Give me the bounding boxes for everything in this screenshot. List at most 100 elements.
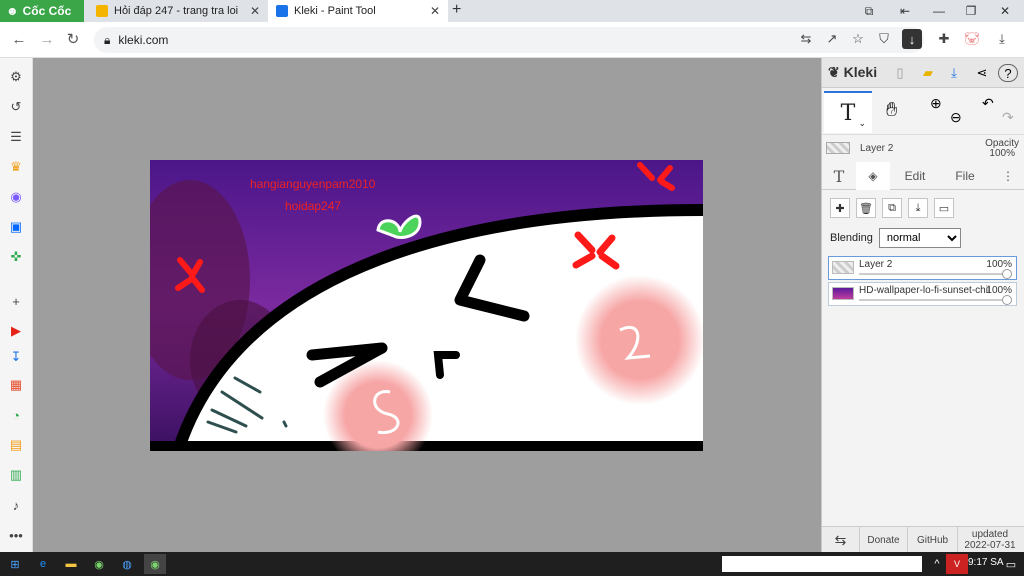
tab-edit[interactable]: Edit — [894, 162, 936, 190]
donate-link[interactable]: Donate — [860, 527, 908, 553]
rename-layer-button[interactable]: ▭ — [934, 198, 954, 218]
chevron-down-icon[interactable]: ⌄ — [858, 119, 866, 129]
coccoc-active-icon[interactable]: ◉ — [144, 554, 166, 574]
download-icon[interactable]: ↧ — [5, 346, 27, 368]
layer-opacity-slider[interactable] — [859, 299, 1006, 301]
market-icon[interactable]: ▤ — [5, 434, 27, 456]
chat-icon[interactable]: ◔ — [5, 404, 27, 426]
lock-icon: 🔒︎ — [104, 32, 111, 47]
coccoc-taskbar-icon[interactable]: ◉ — [88, 554, 110, 574]
updated-label: updated — [971, 529, 1009, 540]
watermark-line-2: hoidap247 — [285, 199, 341, 213]
delete-layer-button[interactable]: 🗑︎ — [856, 198, 876, 218]
list-icon[interactable]: ☰ — [5, 126, 27, 148]
edge-icon[interactable]: e — [32, 554, 54, 574]
coccoc-logo-icon: ☻ — [6, 4, 19, 18]
help-icon[interactable]: ? — [998, 64, 1018, 82]
text-tool-button[interactable]: T ⌄ — [824, 91, 872, 133]
share-icon[interactable]: ↗ — [822, 29, 842, 49]
bell-icon[interactable]: ♪ — [5, 494, 27, 516]
close-icon[interactable]: ✕ — [430, 4, 440, 18]
share-icon[interactable]: ⋖ — [972, 64, 992, 82]
kleki-panel: ❦ Kleki ▯ ▰ ⤓ ⋖ ? T ⌄ ✋︎ ⊕ ⊖ ↶ ↷ Layer 2 … — [821, 58, 1024, 553]
layer-item[interactable]: HD-wallpaper-lo-fi-sunset-chil 100% — [828, 282, 1017, 306]
calc-icon[interactable]: ▥ — [5, 464, 27, 486]
layer-opacity-slider[interactable] — [859, 273, 1006, 275]
folder-icon[interactable]: ▬ — [60, 554, 82, 574]
panel-footer: ⇆ Donate GitHub updated 2022-07-31 — [822, 526, 1024, 553]
shield-icon[interactable]: ⛉ — [874, 29, 894, 49]
kleki-header: ❦ Kleki ▯ ▰ ⤓ ⋖ ? — [822, 58, 1024, 88]
updated-date: 2022-07-31 — [964, 540, 1016, 551]
github-link[interactable]: GitHub — [908, 527, 958, 553]
tab-file[interactable]: File — [944, 162, 986, 190]
hoidap-favicon-icon — [96, 5, 108, 17]
shop-icon[interactable]: ▦ — [5, 374, 27, 396]
coccoc-brand[interactable]: ☻ Cốc Cốc — [0, 0, 84, 22]
hand-tool-icon[interactable]: ✋︎ — [886, 99, 897, 122]
new-tab-button[interactable]: + — [452, 1, 461, 19]
messenger-icon[interactable]: ◉ — [5, 186, 27, 208]
duplicate-layer-button[interactable]: ⧉ — [882, 198, 902, 218]
zalo-icon[interactable]: ▣ — [5, 216, 27, 238]
tab-layers[interactable]: ◈ — [856, 162, 890, 190]
taskbar-search-input[interactable] — [722, 556, 922, 572]
piggy-icon[interactable]: 🐷︎ — [962, 29, 982, 49]
close-icon[interactable]: ✕ — [250, 4, 260, 18]
tray-app-icon[interactable]: V — [946, 554, 968, 574]
blending-select[interactable]: normal — [878, 228, 961, 248]
text-tool-label: T — [840, 100, 856, 126]
plus-icon[interactable]: + — [5, 290, 27, 312]
extensions-icon[interactable]: ✚ — [934, 29, 954, 49]
gamepad-icon[interactable]: ✜ — [5, 246, 27, 268]
save-download-icon[interactable]: ⤓ — [944, 64, 964, 82]
new-file-icon[interactable]: ▯ — [890, 64, 910, 82]
tab-hoidap[interactable]: Hỏi đáp 247 - trang tra loi ✕ — [88, 0, 268, 22]
download-ext-icon[interactable]: ↓ — [902, 29, 922, 49]
layer-item[interactable]: Layer 2 100% — [828, 256, 1017, 280]
downloads-icon[interactable]: ⤓ — [992, 29, 1012, 49]
tray-chevron-icon[interactable]: ^ — [926, 554, 948, 574]
add-layer-button[interactable]: ✚ — [830, 198, 850, 218]
blending-label: Blending — [830, 232, 873, 244]
zoom-in-icon[interactable]: ⊕ — [930, 95, 942, 112]
tab-kleki[interactable]: Kleki - Paint Tool ✕ — [268, 0, 448, 22]
notification-icon[interactable]: ▭ — [1000, 554, 1022, 574]
kleki-logo[interactable]: ❦ Kleki — [828, 64, 877, 81]
windows-start-icon[interactable]: ⊞ — [4, 554, 26, 574]
youtube-icon[interactable]: ▶ — [5, 320, 27, 342]
more-icon[interactable]: ••• — [5, 524, 27, 546]
crown-icon[interactable]: ♛ — [5, 156, 27, 178]
settings-icon[interactable]: ⚙ — [5, 66, 27, 88]
forward-icon[interactable]: → — [36, 28, 58, 50]
layer-thumbnail — [826, 142, 850, 154]
slider-knob[interactable] — [1002, 295, 1012, 305]
tab-search-icon[interactable]: ⧉ — [860, 2, 878, 20]
minimize-icon[interactable]: — — [930, 2, 948, 20]
window-close-icon[interactable]: ✕ — [996, 2, 1014, 20]
undo-icon[interactable]: ↶ — [982, 95, 994, 112]
zoom-out-icon[interactable]: ⊖ — [950, 109, 962, 126]
browser-sidebar: ⚙ ↺ ☰ ♛ ◉ ▣ ✜ + ▶ ↧ ▦ ◔ ▤ ▥ ♪ ••• — [0, 58, 33, 552]
redo-icon[interactable]: ↷ — [1002, 109, 1014, 126]
swap-side-icon[interactable]: ⇆ — [822, 527, 860, 553]
zalo-taskbar-icon[interactable]: ◍ — [116, 554, 138, 574]
layers-icon: ◈ — [868, 169, 878, 183]
kleki-logo-text: Kleki — [843, 64, 878, 80]
kleki-logo-icon: ❦ — [828, 64, 840, 80]
merge-layer-button[interactable]: ⤓ — [908, 198, 928, 218]
back-in-time-icon[interactable]: ⇤ — [896, 2, 914, 20]
history-icon[interactable]: ↺ — [5, 96, 27, 118]
restore-icon[interactable]: ❐ — [962, 2, 980, 20]
slider-knob[interactable] — [1002, 269, 1012, 279]
bottom-stroke — [150, 441, 703, 451]
translate-icon[interactable]: ⇆ — [796, 29, 816, 49]
more-vertical-icon[interactable]: ⋮ — [998, 162, 1018, 190]
layer-thumbnail — [832, 287, 854, 300]
tab-tool-settings[interactable]: T — [822, 162, 856, 190]
drawing-canvas[interactable]: hangianguyenpam2010 hoidap247 — [150, 160, 703, 451]
open-file-icon[interactable]: ▰ — [918, 64, 938, 82]
back-icon[interactable]: ← — [8, 28, 30, 50]
bookmark-icon[interactable]: ☆ — [848, 29, 868, 49]
reload-icon[interactable]: ↻ — [62, 28, 84, 50]
